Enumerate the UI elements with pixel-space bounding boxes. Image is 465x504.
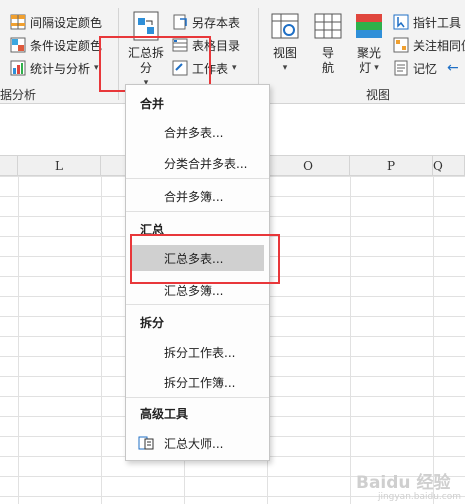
highlight-box-menu-item: [130, 234, 280, 284]
menu-separator: [126, 397, 269, 398]
memory-label: 记忆: [413, 61, 438, 76]
menu-item-merge-sheets[interactable]: 合并多表...: [164, 124, 223, 141]
save-sheet-icon: [172, 14, 188, 30]
grid-color-icon: [10, 14, 26, 30]
left-group-label: 据分析: [0, 88, 37, 102]
statistics-icon: [10, 60, 26, 76]
pointer-tool-label: 指针工具: [413, 15, 462, 30]
statistics-label: 统计与分析: [30, 61, 91, 76]
memory-button[interactable]: 记忆 ←: [393, 58, 459, 78]
pointer-tool-button[interactable]: 指针工具: [393, 12, 461, 32]
condition-color-button[interactable]: 条件设定颜色: [10, 35, 102, 55]
spotlight-label-1: 聚光: [356, 46, 381, 60]
baidu-watermark: Baidu 经验 jingyan.baidu.com: [356, 468, 461, 502]
watermark-text: Baidu 经验: [356, 473, 451, 493]
menu-section-merge: 合并: [140, 97, 165, 111]
column-header-p[interactable]: P: [350, 156, 433, 176]
menu-section-split: 拆分: [140, 316, 165, 330]
chevron-down-icon: ▾: [282, 63, 288, 73]
view-button[interactable]: 视图 ▾: [266, 10, 304, 76]
same-value-icon: [393, 37, 409, 53]
column-header-corner: [0, 156, 18, 176]
interval-color-label: 间隔设定颜色: [30, 15, 103, 30]
view-label: 视图: [272, 46, 297, 60]
menu-item-split-workbook[interactable]: 拆分工作簿...: [164, 374, 235, 391]
menu-section-advanced: 高级工具: [140, 407, 189, 421]
column-header-o[interactable]: O: [267, 156, 350, 176]
chevron-down-icon: ▾: [232, 63, 237, 73]
arrow-left-icon[interactable]: ←: [447, 60, 459, 76]
menu-separator: [126, 178, 269, 179]
memory-icon: [393, 60, 409, 76]
watermark-subtext: jingyan.baidu.com: [377, 492, 461, 502]
chevron-down-icon: ▾: [374, 63, 379, 73]
spotlight-icon: [356, 14, 382, 38]
condition-color-label: 条件设定颜色: [30, 38, 103, 53]
navigation-icon: [314, 13, 342, 39]
same-value-label: 关注相同值: [413, 38, 465, 53]
view-icon: [271, 13, 299, 39]
interval-color-button[interactable]: 间隔设定颜色: [10, 12, 102, 32]
save-sheet-button[interactable]: 另存本表: [172, 12, 240, 32]
pointer-tool-icon: [393, 14, 409, 30]
same-value-button[interactable]: 关注相同值: [393, 35, 465, 55]
column-header-l[interactable]: L: [18, 156, 101, 176]
menu-item-merge-workbooks[interactable]: 合并多簿...: [164, 188, 223, 205]
menu-item-category-merge[interactable]: 分类合并多表...: [164, 155, 247, 172]
menu-item-summary-workbooks[interactable]: 汇总多簿...: [164, 282, 223, 299]
statistics-button[interactable]: 统计与分析 ▾: [10, 58, 99, 78]
menu-item-summary-master[interactable]: 汇总大师...: [164, 435, 223, 452]
menu-item-split-sheet[interactable]: 拆分工作表...: [164, 344, 235, 361]
navigation-button[interactable]: 导 航: [309, 10, 347, 76]
navigation-label-2: 航: [321, 61, 334, 75]
condition-color-icon: [10, 37, 26, 53]
spotlight-button[interactable]: 聚光 灯 ▾: [352, 10, 386, 76]
menu-separator: [126, 304, 269, 305]
summary-master-icon: [138, 435, 154, 451]
save-sheet-label: 另存本表: [192, 15, 241, 30]
chevron-down-icon: ▾: [94, 63, 99, 73]
navigation-label-1: 导: [321, 46, 334, 60]
view-group-label: 视图: [366, 88, 391, 102]
column-header-q[interactable]: Q: [433, 156, 465, 176]
spotlight-label-2: 灯: [359, 61, 372, 75]
menu-separator: [126, 211, 269, 212]
